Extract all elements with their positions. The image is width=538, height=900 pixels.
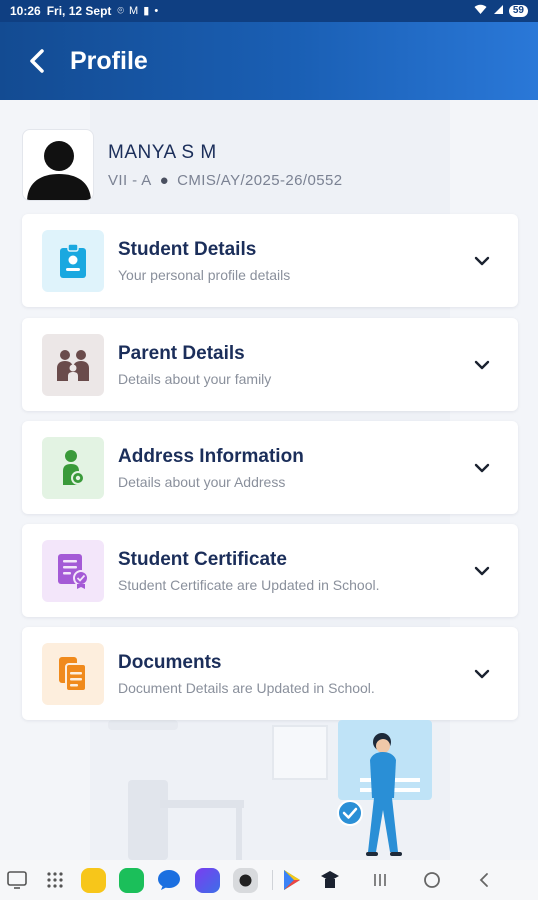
student-class: VII - A (108, 171, 152, 189)
signal-icon (492, 4, 504, 18)
browser-app-icon[interactable] (192, 865, 222, 895)
section-card-documents[interactable]: Documents Document Details are Updated i… (22, 627, 518, 720)
camera-app-icon[interactable] (230, 865, 260, 895)
chevron-down-icon[interactable] (462, 551, 502, 591)
messages-app-icon[interactable] (154, 865, 184, 895)
admission-number: CMIS/AY/2025-26/0552 (177, 171, 343, 189)
wifi-icon (474, 4, 487, 18)
system-navbar (0, 860, 538, 900)
background-window (272, 725, 328, 780)
section-subtitle: Document Details are Updated in School. (118, 679, 375, 696)
navbar-divider (272, 870, 273, 890)
student-illustration (330, 720, 440, 860)
section-card-parent-details[interactable]: Parent Details Details about your family (22, 318, 518, 411)
screenshot-icon[interactable] (2, 865, 32, 895)
section-subtitle: Student Certificate are Updated in Schoo… (118, 576, 380, 593)
battery-icon: 59 (508, 5, 528, 17)
section-title: Parent Details (118, 342, 245, 364)
section-subtitle: Your personal profile details (118, 266, 291, 283)
section-title: Student Certificate (118, 548, 287, 570)
background-shelf (108, 720, 178, 730)
section-title: Address Information (118, 445, 304, 467)
background-table-leg (236, 805, 242, 860)
status-bar: 10:26 Fri, 12 Sept ⌾ M ▮ • 59 (0, 0, 538, 22)
chevron-down-icon[interactable] (462, 654, 502, 694)
section-card-student-certificate[interactable]: Student Certificate Student Certificate … (22, 524, 518, 617)
notification-icons: ⌾ M ▮ • (117, 5, 160, 17)
user-silhouette-icon (27, 141, 91, 200)
chevron-down-icon[interactable] (462, 448, 502, 488)
back-arrow-icon[interactable] (28, 47, 52, 75)
app-header: Profile (0, 22, 538, 100)
profile-summary: MANYA S M VII - A ● CMIS/AY/2025-26/0552 (22, 124, 518, 206)
section-card-address-information[interactable]: Address Information Details about your A… (22, 421, 518, 514)
notes-app-icon[interactable] (78, 865, 108, 895)
recent-apps-icon[interactable] (365, 865, 395, 895)
background-table (160, 800, 244, 808)
student-meta: VII - A ● CMIS/AY/2025-26/0552 (108, 172, 342, 189)
phone-app-icon[interactable] (116, 865, 146, 895)
section-subtitle: Details about your family (118, 370, 272, 387)
section-subtitle: Details about your Address (118, 473, 286, 490)
school-app-icon[interactable] (315, 865, 345, 895)
documents-icon (42, 642, 104, 705)
section-card-student-details[interactable]: Student Details Your personal profile de… (22, 214, 518, 307)
certificate-icon (42, 539, 104, 602)
separator-dot: ● (159, 171, 170, 189)
background-chair (128, 780, 168, 860)
student-name: MANYA S M (108, 141, 217, 163)
status-time: 10:26 (10, 4, 41, 18)
location-person-icon (42, 436, 104, 499)
play-store-icon[interactable] (277, 865, 307, 895)
section-title: Documents (118, 651, 222, 673)
family-icon (42, 333, 104, 396)
chevron-down-icon[interactable] (462, 345, 502, 385)
avatar (22, 129, 94, 201)
id-badge-icon (42, 229, 104, 292)
section-title: Student Details (118, 238, 257, 260)
back-button-icon[interactable] (469, 865, 499, 895)
page-title: Profile (70, 46, 148, 75)
app-drawer-icon[interactable] (40, 865, 70, 895)
home-button-icon[interactable] (417, 865, 447, 895)
chevron-down-icon[interactable] (462, 241, 502, 281)
status-date: Fri, 12 Sept (46, 4, 112, 18)
